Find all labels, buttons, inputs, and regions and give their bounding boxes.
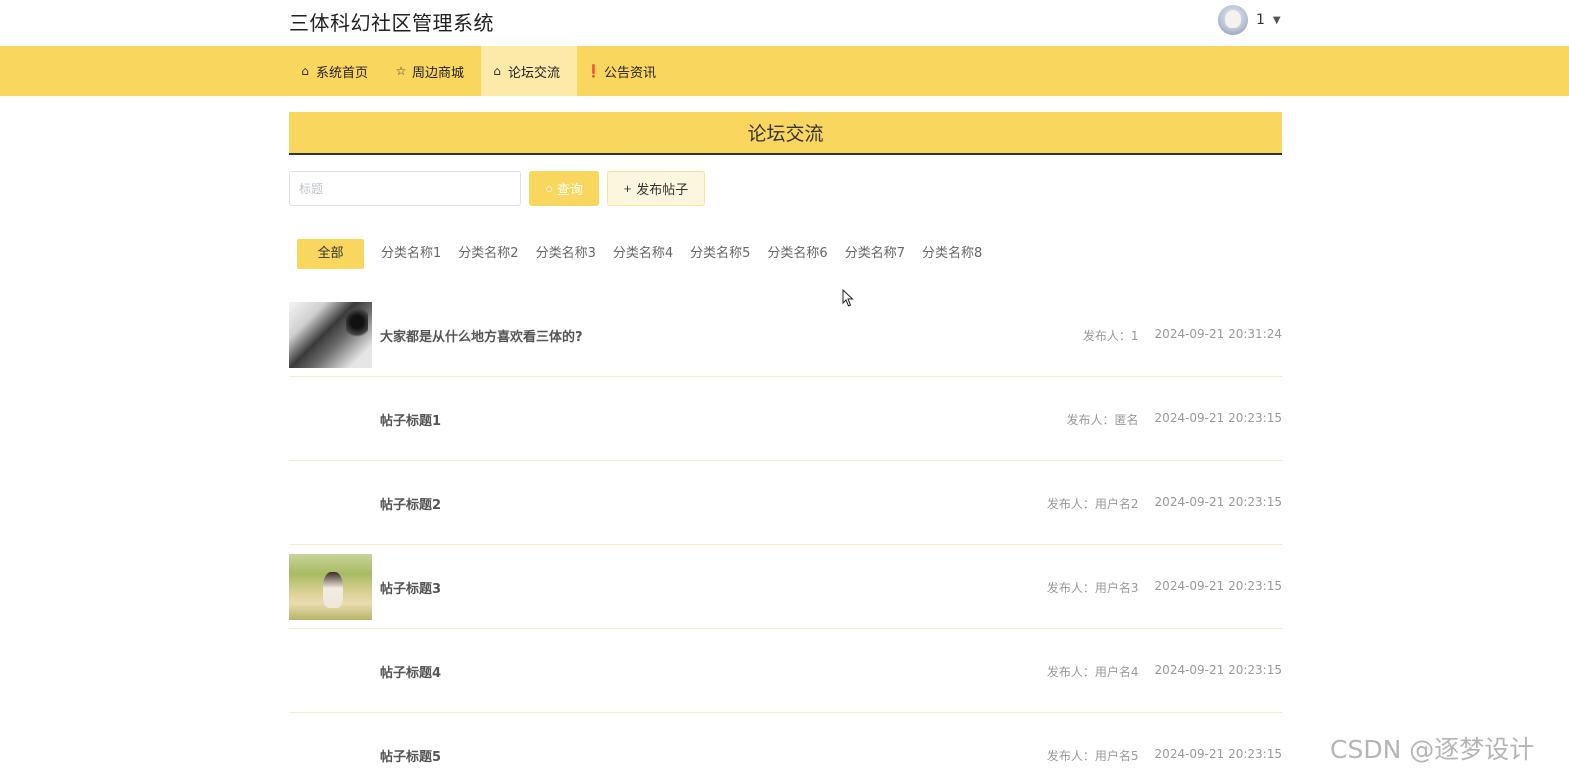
post-author: 发布人：用户名4 (1046, 665, 1139, 679)
category-tab[interactable]: 分类名称6 (759, 239, 835, 269)
post-title[interactable]: 帖子标题4 (380, 662, 441, 681)
star-icon: ☆ (395, 64, 407, 78)
post-time: 2024-09-21 20:23:15 (1154, 579, 1282, 593)
info-icon: ❗ (586, 64, 601, 78)
post-author: 发布人：1 (1082, 329, 1139, 343)
category-tab[interactable]: 分类名称3 (528, 239, 604, 269)
nav-item-label: 系统首页 (316, 65, 369, 81)
nav-item-shop[interactable]: ☆ 周边商城 (385, 46, 481, 96)
nav-item-label: 论坛交流 (508, 65, 561, 81)
query-button[interactable]: ○ 查询 (529, 171, 599, 206)
chevron-down-icon[interactable]: ▼ (1273, 15, 1281, 26)
category-tab[interactable]: 分类名称4 (605, 239, 681, 269)
post-meta: 发布人：1 2024-09-21 20:31:24 (1083, 327, 1282, 344)
category-tab[interactable]: 分类名称7 (837, 239, 913, 269)
post-author: 发布人：用户名2 (1046, 497, 1139, 511)
post-author: 发布人：用户名3 (1046, 581, 1139, 595)
bag-icon: ⌂ (493, 64, 501, 78)
post-title[interactable]: 大家都是从什么地方喜欢看三体的? (380, 326, 583, 345)
nav-item-home[interactable]: ⌂ 系统首页 (289, 46, 385, 96)
post-title[interactable]: 帖子标题2 (380, 494, 441, 513)
post-row[interactable]: 帖子标题4 发布人：用户名4 2024-09-21 20:23:15 (289, 629, 1282, 713)
post-row[interactable]: 帖子标题2 发布人：用户名2 2024-09-21 20:23:15 (289, 461, 1282, 545)
post-row[interactable]: 帖子标题5 发布人：用户名5 2024-09-21 20:23:15 (289, 713, 1282, 776)
search-input[interactable] (289, 171, 521, 206)
post-thumbnail[interactable] (289, 302, 372, 368)
user-name: 1 (1256, 12, 1265, 28)
user-menu[interactable]: 1 ▼ (1218, 3, 1281, 37)
nav-item-forum[interactable]: ⌂ 论坛交流 (481, 46, 578, 96)
post-meta: 发布人：用户名3 2024-09-21 20:23:15 (1047, 579, 1282, 596)
home-icon: ⌂ (301, 64, 309, 78)
post-meta: 发布人：用户名5 2024-09-21 20:23:15 (1047, 747, 1282, 764)
query-button-label: 查询 (556, 182, 583, 197)
post-row[interactable]: 大家都是从什么地方喜欢看三体的? 发布人：1 2024-09-21 20:31:… (289, 293, 1282, 377)
mouse-cursor-icon (842, 289, 854, 307)
post-author: 发布人：用户名5 (1046, 749, 1139, 763)
category-tabs: 全部 分类名称1 分类名称2 分类名称3 分类名称4 分类名称5 分类名称6 分… (297, 239, 991, 269)
section-title: 论坛交流 (289, 112, 1282, 155)
publish-post-button[interactable]: + 发布帖子 (607, 171, 705, 206)
search-icon: ○ (545, 181, 553, 196)
watermark: CSDN @逐梦设计 (1330, 735, 1535, 764)
post-time: 2024-09-21 20:23:15 (1154, 663, 1282, 677)
avatar[interactable] (1218, 5, 1248, 35)
post-meta: 发布人：用户名4 2024-09-21 20:23:15 (1047, 663, 1282, 680)
publish-button-label: 发布帖子 (636, 182, 689, 197)
post-author: 发布人：匿名 (1066, 413, 1139, 427)
nav-item-notice[interactable]: ❗ 公告资讯 (577, 46, 673, 96)
post-list: 大家都是从什么地方喜欢看三体的? 发布人：1 2024-09-21 20:31:… (289, 293, 1282, 776)
post-time: 2024-09-21 20:23:15 (1154, 747, 1282, 761)
post-title[interactable]: 帖子标题1 (380, 410, 441, 429)
post-thumbnail[interactable] (289, 554, 372, 620)
post-time: 2024-09-21 20:23:15 (1154, 411, 1282, 425)
category-tab[interactable]: 分类名称1 (373, 239, 449, 269)
post-meta: 发布人：用户名2 2024-09-21 20:23:15 (1047, 495, 1282, 512)
post-row[interactable]: 帖子标题1 发布人：匿名 2024-09-21 20:23:15 (289, 377, 1282, 461)
site-title: 三体科幻社区管理系统 (289, 11, 494, 35)
post-meta: 发布人：匿名 2024-09-21 20:23:15 (1067, 411, 1282, 428)
nav-item-label: 公告资讯 (604, 65, 657, 81)
post-row[interactable]: 帖子标题3 发布人：用户名3 2024-09-21 20:23:15 (289, 545, 1282, 629)
post-title[interactable]: 帖子标题3 (380, 578, 441, 597)
main-nav: ⌂ 系统首页 ☆ 周边商城 ⌂ 论坛交流 ❗ 公告资讯 (0, 46, 1569, 96)
category-tab-all[interactable]: 全部 (297, 239, 364, 269)
top-header: 三体科幻社区管理系统 1 ▼ (0, 0, 1569, 46)
post-time: 2024-09-21 20:23:15 (1154, 495, 1282, 509)
category-tab[interactable]: 分类名称8 (914, 239, 990, 269)
post-title[interactable]: 帖子标题5 (380, 746, 441, 765)
category-tab[interactable]: 分类名称5 (682, 239, 758, 269)
nav-item-label: 周边商城 (412, 65, 465, 81)
plus-icon: + (623, 181, 632, 196)
post-time: 2024-09-21 20:31:24 (1154, 327, 1282, 341)
category-tab[interactable]: 分类名称2 (450, 239, 526, 269)
